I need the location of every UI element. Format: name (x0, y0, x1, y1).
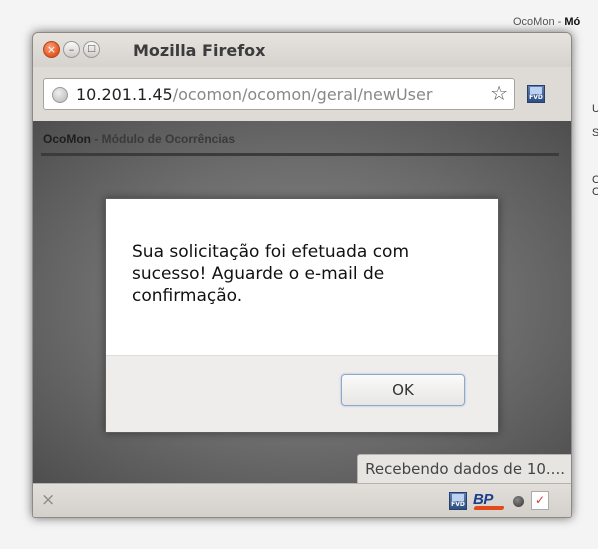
url-bar[interactable]: 10.201.1.45/ocomon/ocomon/geral/newUser … (43, 78, 515, 110)
close-addon-bar-icon[interactable]: × (41, 490, 55, 510)
status-dot-icon[interactable] (513, 496, 524, 507)
addon-bar: × FVD BP ✓ (33, 483, 571, 517)
dialog-footer: OK (106, 355, 498, 432)
fvd-addon-icon[interactable]: FVD (449, 492, 467, 510)
fvd-downloader-icon[interactable]: FVD (527, 85, 545, 103)
url-path: /ocomon/ocomon/geral/newUser (172, 85, 433, 104)
window-title: Mozilla Firefox (133, 41, 266, 60)
url-host: 10.201.1.45 (76, 85, 173, 104)
bg-title-prefix: OcoMon - (513, 16, 565, 28)
header-divider (41, 153, 559, 156)
ok-button[interactable]: OK (341, 374, 465, 406)
url-text[interactable]: 10.201.1.45/ocomon/ocomon/geral/newUser (76, 85, 484, 104)
window-titlebar[interactable]: × – □ Mozilla Firefox (33, 33, 571, 67)
header-app-name: OcoMon (43, 132, 91, 146)
fvd-addon-label: FVD (451, 501, 465, 508)
confirmation-dialog: Sua solicitação foi efetuada com sucesso… (105, 198, 499, 433)
bookmark-star-icon[interactable]: ☆ (490, 82, 508, 104)
fvd-label: FVD (529, 94, 543, 101)
header-separator: - (91, 132, 102, 146)
bg-side-fragment: C (592, 186, 598, 198)
firefox-popup-window: × – □ Mozilla Firefox 10.201.1.45/ocomon… (32, 32, 572, 518)
bg-title-bold: Mó (564, 16, 581, 28)
bg-side-fragment: S (592, 127, 598, 139)
window-maximize-button[interactable]: □ (83, 41, 100, 58)
window-minimize-button[interactable]: – (63, 41, 80, 58)
page-viewport: OcoMon - Módulo de Ocorrências Sua solic… (33, 121, 571, 483)
bp-swoosh-icon (473, 506, 505, 510)
window-close-button[interactable]: × (43, 41, 60, 58)
header-module-name: Módulo de Ocorrências (101, 132, 236, 146)
addon-marker-icon[interactable]: ✓ (531, 491, 549, 510)
page-header: OcoMon - Módulo de Ocorrências (43, 132, 235, 146)
site-identity-icon[interactable] (52, 87, 68, 103)
bg-side-fragment: U (592, 103, 598, 115)
background-page-title: OcoMon - Mó (513, 16, 580, 28)
dialog-message: Sua solicitação foi efetuada com sucesso… (132, 242, 410, 306)
status-tooltip: Recebendo dados de 10.... (357, 454, 571, 483)
bg-side-fragment: C (592, 174, 598, 186)
